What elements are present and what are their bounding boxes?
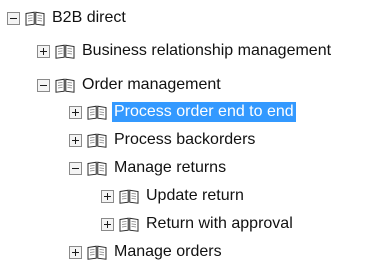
collapse-toggle-icon[interactable]: [69, 161, 82, 175]
book-icon: [55, 44, 75, 59]
tree-node-label[interactable]: Manage orders: [112, 242, 224, 262]
tree-node-return-with-approval[interactable]: Return with approval: [101, 213, 295, 235]
book-icon: [25, 11, 45, 26]
navigation-tree: B2B direct Business relationship managem…: [0, 0, 377, 266]
expand-toggle-icon[interactable]: [101, 217, 114, 231]
collapse-toggle-icon[interactable]: [37, 78, 50, 92]
tree-node-label[interactable]: Order management: [80, 75, 223, 95]
expand-toggle-icon[interactable]: [37, 44, 50, 58]
tree-node-label-selected[interactable]: Process order end to end: [112, 102, 296, 122]
book-icon: [87, 245, 107, 260]
tree-node-b2b-direct[interactable]: B2B direct: [7, 7, 128, 29]
book-icon: [87, 105, 107, 120]
tree-node-manage-returns[interactable]: Manage returns: [69, 157, 228, 179]
book-icon: [55, 78, 75, 93]
expand-toggle-icon[interactable]: [101, 189, 114, 203]
tree-node-label[interactable]: Update return: [144, 186, 246, 206]
tree-node-process-backorders[interactable]: Process backorders: [69, 129, 257, 151]
tree-node-label[interactable]: Return with approval: [144, 214, 295, 234]
book-icon: [87, 133, 107, 148]
tree-node-label[interactable]: B2B direct: [50, 8, 128, 28]
tree-node-label[interactable]: Business relationship management: [80, 41, 333, 61]
book-icon: [119, 189, 139, 204]
tree-node-process-order-end-to-end[interactable]: Process order end to end: [69, 101, 296, 123]
tree-node-manage-orders[interactable]: Manage orders: [69, 241, 224, 263]
tree-node-business-relationship-management[interactable]: Business relationship management: [37, 40, 333, 62]
tree-node-label[interactable]: Process backorders: [112, 130, 257, 150]
expand-toggle-icon[interactable]: [69, 105, 82, 119]
tree-node-label[interactable]: Manage returns: [112, 158, 228, 178]
tree-node-update-return[interactable]: Update return: [101, 185, 246, 207]
tree-node-order-management[interactable]: Order management: [37, 74, 223, 96]
expand-toggle-icon[interactable]: [69, 245, 82, 259]
collapse-toggle-icon[interactable]: [7, 11, 20, 25]
book-icon: [119, 217, 139, 232]
expand-toggle-icon[interactable]: [69, 133, 82, 147]
book-icon: [87, 161, 107, 176]
